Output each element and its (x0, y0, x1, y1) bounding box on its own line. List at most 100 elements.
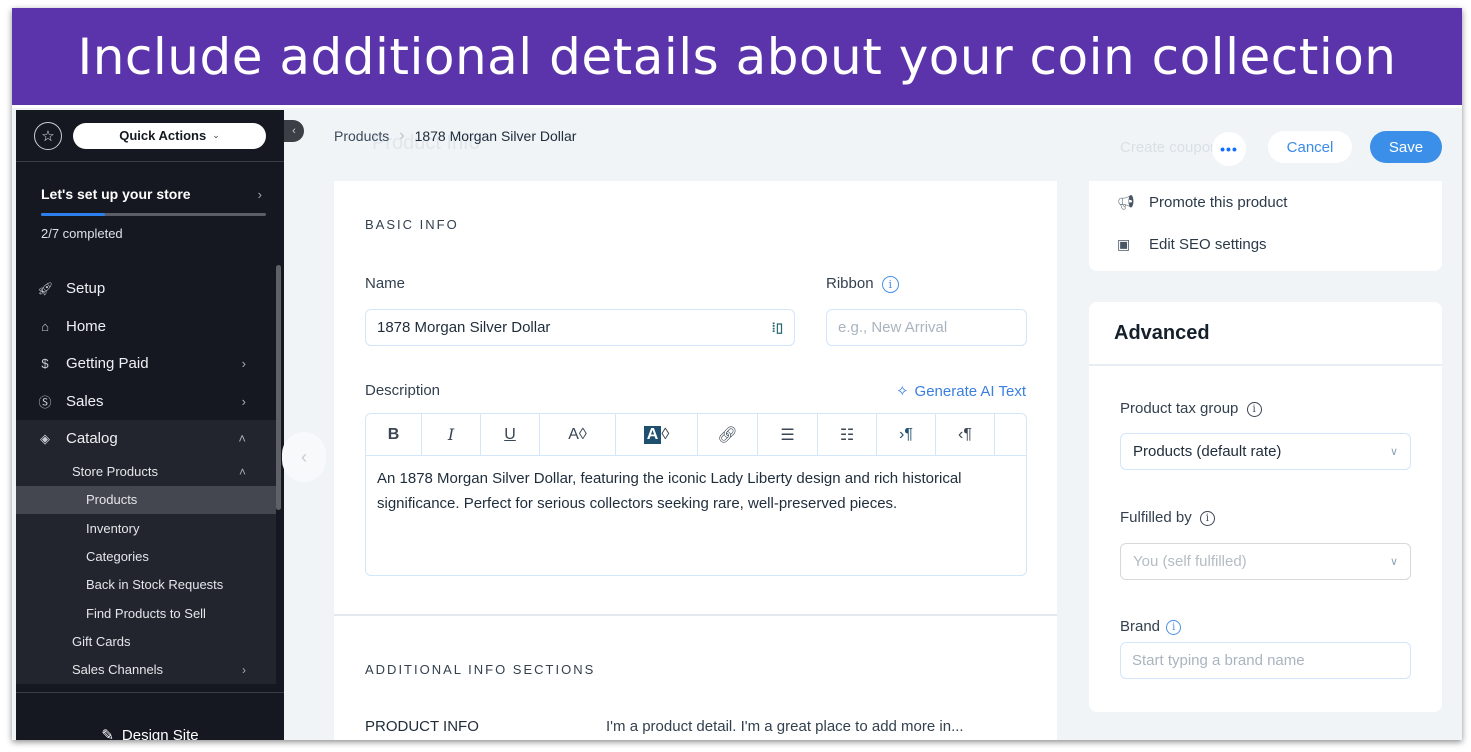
sidebar-item-label: Gift Cards (72, 633, 131, 649)
name-value: 1878 Morgan Silver Dollar (377, 319, 551, 336)
description-editor: B I U A◊ A ◊ 🔗︎ ☰ ☷ ›¶ ‹¶ An 1878 Morgan … (365, 413, 1027, 576)
tax-group-select[interactable]: Products (default rate) ∨ (1120, 433, 1411, 470)
rtl-button[interactable]: ‹¶ (936, 414, 995, 455)
italic-icon: I (447, 425, 455, 444)
link-button[interactable]: 🔗︎ (698, 414, 758, 455)
sidebar-item-label: Setup (66, 280, 106, 298)
fulfilled-label-row: Fulfilled by i (1120, 509, 1215, 526)
sidebar-item-products[interactable]: Products (16, 485, 276, 515)
design-site-label: Design Site (121, 726, 199, 741)
info-icon[interactable]: i (1199, 510, 1215, 526)
info-icon[interactable]: i (881, 275, 899, 293)
collapse-sidebar-button[interactable]: ‹ (284, 120, 304, 142)
sidebar-item-find-products[interactable]: Find Products to Sell (16, 599, 276, 627)
tax-group-label-row: Product tax group i (1120, 400, 1262, 417)
design-site-button[interactable]: ✎ Design Site (101, 726, 199, 741)
chevron-right-icon: › (241, 356, 246, 372)
quick-actions-button[interactable]: Quick Actions ⌄ (73, 122, 266, 149)
sidebar-item-label: Sales Channels (72, 662, 164, 678)
save-button[interactable]: Save (1370, 131, 1442, 163)
text-color-icon: A◊ (568, 425, 587, 443)
info-section-row[interactable]: PRODUCT INFO I'm a product detail. I'm a… (365, 718, 1030, 735)
home-icon: ⌂ (41, 318, 49, 334)
bold-button[interactable]: B (366, 414, 422, 455)
tax-group-value: Products (default rate) (1133, 443, 1282, 460)
bullet-list-button[interactable]: ☰ (758, 414, 818, 455)
italic-button[interactable]: I (422, 414, 481, 455)
brand-placeholder: Start typing a brand name (1132, 652, 1305, 669)
pencil-icon: ✎ (101, 727, 114, 740)
breadcrumb-parent[interactable]: Products (334, 128, 389, 144)
fulfilled-label: Fulfilled by (1120, 509, 1192, 526)
additional-info-title: ADDITIONAL INFO SECTIONS (365, 662, 596, 677)
autofill-icon: ⁞▯ (771, 319, 783, 335)
numbered-list-button[interactable]: ☷ (818, 414, 877, 455)
basic-info-title: BASIC INFO (365, 217, 459, 232)
ribbon-input[interactable]: e.g., New Arrival (826, 309, 1027, 346)
ltr-button[interactable]: ›¶ (877, 414, 936, 455)
sidebar-item-label: Products (86, 492, 138, 508)
generate-ai-label: Generate AI Text (914, 382, 1026, 400)
text-color-button[interactable]: A◊ (540, 414, 616, 455)
sidebar-item-getting-paid[interactable]: $ Getting Paid › (16, 345, 276, 383)
chevron-down-icon: ∨ (1389, 446, 1398, 458)
sidebar-item-catalog[interactable]: ◈ Catalog ˄ (16, 420, 276, 458)
name-label: Name (365, 275, 406, 292)
chevron-right-icon: › (241, 393, 246, 409)
sidebar-item-inventory[interactable]: Inventory (16, 514, 276, 542)
sidebar-item-back-in-stock[interactable]: Back in Stock Requests (16, 571, 276, 599)
sidebar-item-categories[interactable]: Categories (16, 542, 276, 570)
sidebar-nav: 🚀︎ Setup ⌂ Home $ Getting Paid › Ⓢ Sales… (16, 270, 276, 684)
promote-product-action[interactable]: 📢︎ Promote this product (1089, 181, 1442, 223)
underline-button[interactable]: U (481, 414, 540, 455)
quick-actions-label: Quick Actions (119, 128, 207, 143)
sidebar-scrollbar[interactable] (276, 265, 281, 510)
sidebar-item-gift-cards[interactable]: Gift Cards (16, 627, 276, 655)
chevron-down-icon: ⌄ (212, 130, 220, 140)
rocket-icon: 🚀︎ (37, 280, 54, 296)
numbered-list-icon: ☷ (839, 426, 855, 444)
sidebar-item-label: Getting Paid (66, 355, 149, 373)
breadcrumb: Products › 1878 Morgan Silver Dollar (334, 127, 576, 145)
brand-input[interactable]: Start typing a brand name (1120, 642, 1411, 679)
section-divider (334, 614, 1057, 616)
brand-label-row: Brand i (1120, 618, 1182, 635)
description-textarea[interactable]: An 1878 Morgan Silver Dollar, featuring … (366, 456, 1026, 526)
favorites-button[interactable]: ☆ (34, 121, 62, 150)
highlight-color-button[interactable]: A ◊ (616, 414, 698, 455)
setup-progress-fill (41, 213, 106, 216)
caption-title: Include additional details about your co… (77, 27, 1397, 86)
cancel-button[interactable]: Cancel (1268, 131, 1352, 163)
more-actions-button[interactable]: ••• (1212, 132, 1246, 166)
sidebar-item-label: Inventory (86, 520, 140, 536)
description-label: Description (365, 382, 441, 399)
setup-progress-card[interactable]: Let's set up your store › 2/7 completed (16, 162, 284, 262)
highlight-color-icon: A (643, 425, 662, 444)
scroll-left-button[interactable]: ‹ (282, 432, 326, 482)
sidebar-item-setup[interactable]: 🚀︎ Setup (16, 270, 276, 308)
sidebar-item-sales[interactable]: Ⓢ Sales › (16, 383, 276, 421)
ribbon-placeholder: e.g., New Arrival (838, 319, 948, 336)
fulfilled-select[interactable]: You (self fulfilled) ∨ (1120, 543, 1411, 580)
setup-title: Let's set up your store (41, 186, 191, 202)
brand-label: Brand (1120, 618, 1161, 635)
star-icon: ☆ (41, 127, 55, 145)
sidebar-item-sales-channels[interactable]: Sales Channels › (16, 656, 276, 684)
sidebar-item-label: Store Products (72, 464, 158, 480)
edit-seo-action[interactable]: ▣ Edit SEO settings (1089, 223, 1442, 265)
action-label: Edit SEO settings (1149, 235, 1267, 253)
sidebar-item-label: Find Products to Sell (86, 605, 206, 621)
sidebar-item-store-products[interactable]: Store Products ˄ (16, 458, 276, 486)
sidebar-footer: ✎ Design Site (16, 692, 284, 740)
setup-progress-label: 2/7 completed (41, 226, 123, 241)
link-icon: 🔗︎ (717, 426, 738, 444)
chevron-right-icon: › (399, 127, 405, 144)
sidebar-item-home[interactable]: ⌂ Home (16, 308, 276, 346)
name-input[interactable]: 1878 Morgan Silver Dollar ⁞▯ (365, 309, 795, 346)
chevron-down-icon: ∨ (1389, 556, 1398, 568)
info-icon[interactable]: i (1246, 401, 1262, 417)
caption-banner: Include additional details about your co… (12, 8, 1462, 108)
info-icon[interactable]: i (1166, 619, 1182, 635)
generate-ai-text-button[interactable]: ✧ Generate AI Text (896, 382, 1026, 401)
